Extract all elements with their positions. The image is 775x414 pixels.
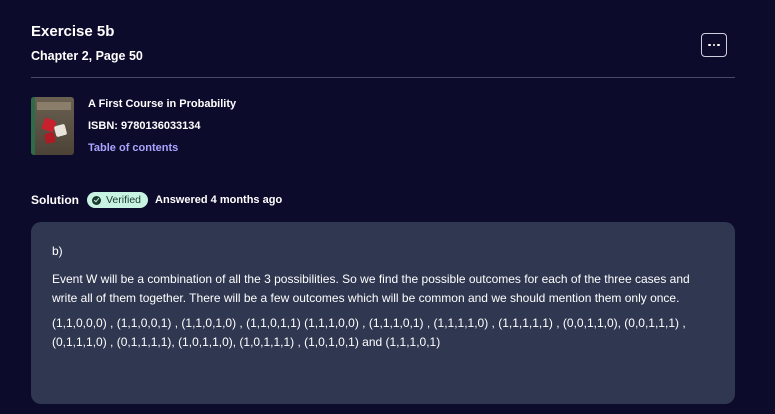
exercise-title: Exercise 5b [31,23,115,40]
solution-card: b) Event W will be a combination of all … [31,222,735,404]
book-info: A First Course in Probability ISBN: 9780… [31,97,236,163]
solution-label: Solution [31,193,79,207]
solution-outcomes: (1,1,0,0,0) , (1,1,0,0,1) , (1,1,0,1,0) … [52,316,686,349]
exercise-subtitle: Chapter 2, Page 50 [31,49,143,63]
exercise-header: Exercise 5b Chapter 2, Page 50 [31,22,143,64]
book-title: A First Course in Probability [88,98,237,110]
answered-timestamp: Answered 4 months ago [155,194,283,206]
solution-part-label: b) [52,244,63,258]
verified-label: Verified [106,194,142,206]
page: Exercise 5b Chapter 2, Page 50 A First C… [0,0,775,414]
book-cover-image[interactable] [31,97,74,155]
header-divider [31,77,735,78]
book-isbn: ISBN: 9780136033134 [88,120,201,132]
verified-badge: Verified [87,192,149,208]
verified-check-icon [92,195,101,205]
solution-explanation: Event W will be a combination of all the… [52,272,690,305]
table-of-contents-link[interactable]: Table of contents [88,141,236,155]
more-options-button[interactable] [701,33,727,57]
more-horizontal-icon [708,43,720,47]
solution-header: Solution Verified Answered 4 months ago [31,192,282,208]
